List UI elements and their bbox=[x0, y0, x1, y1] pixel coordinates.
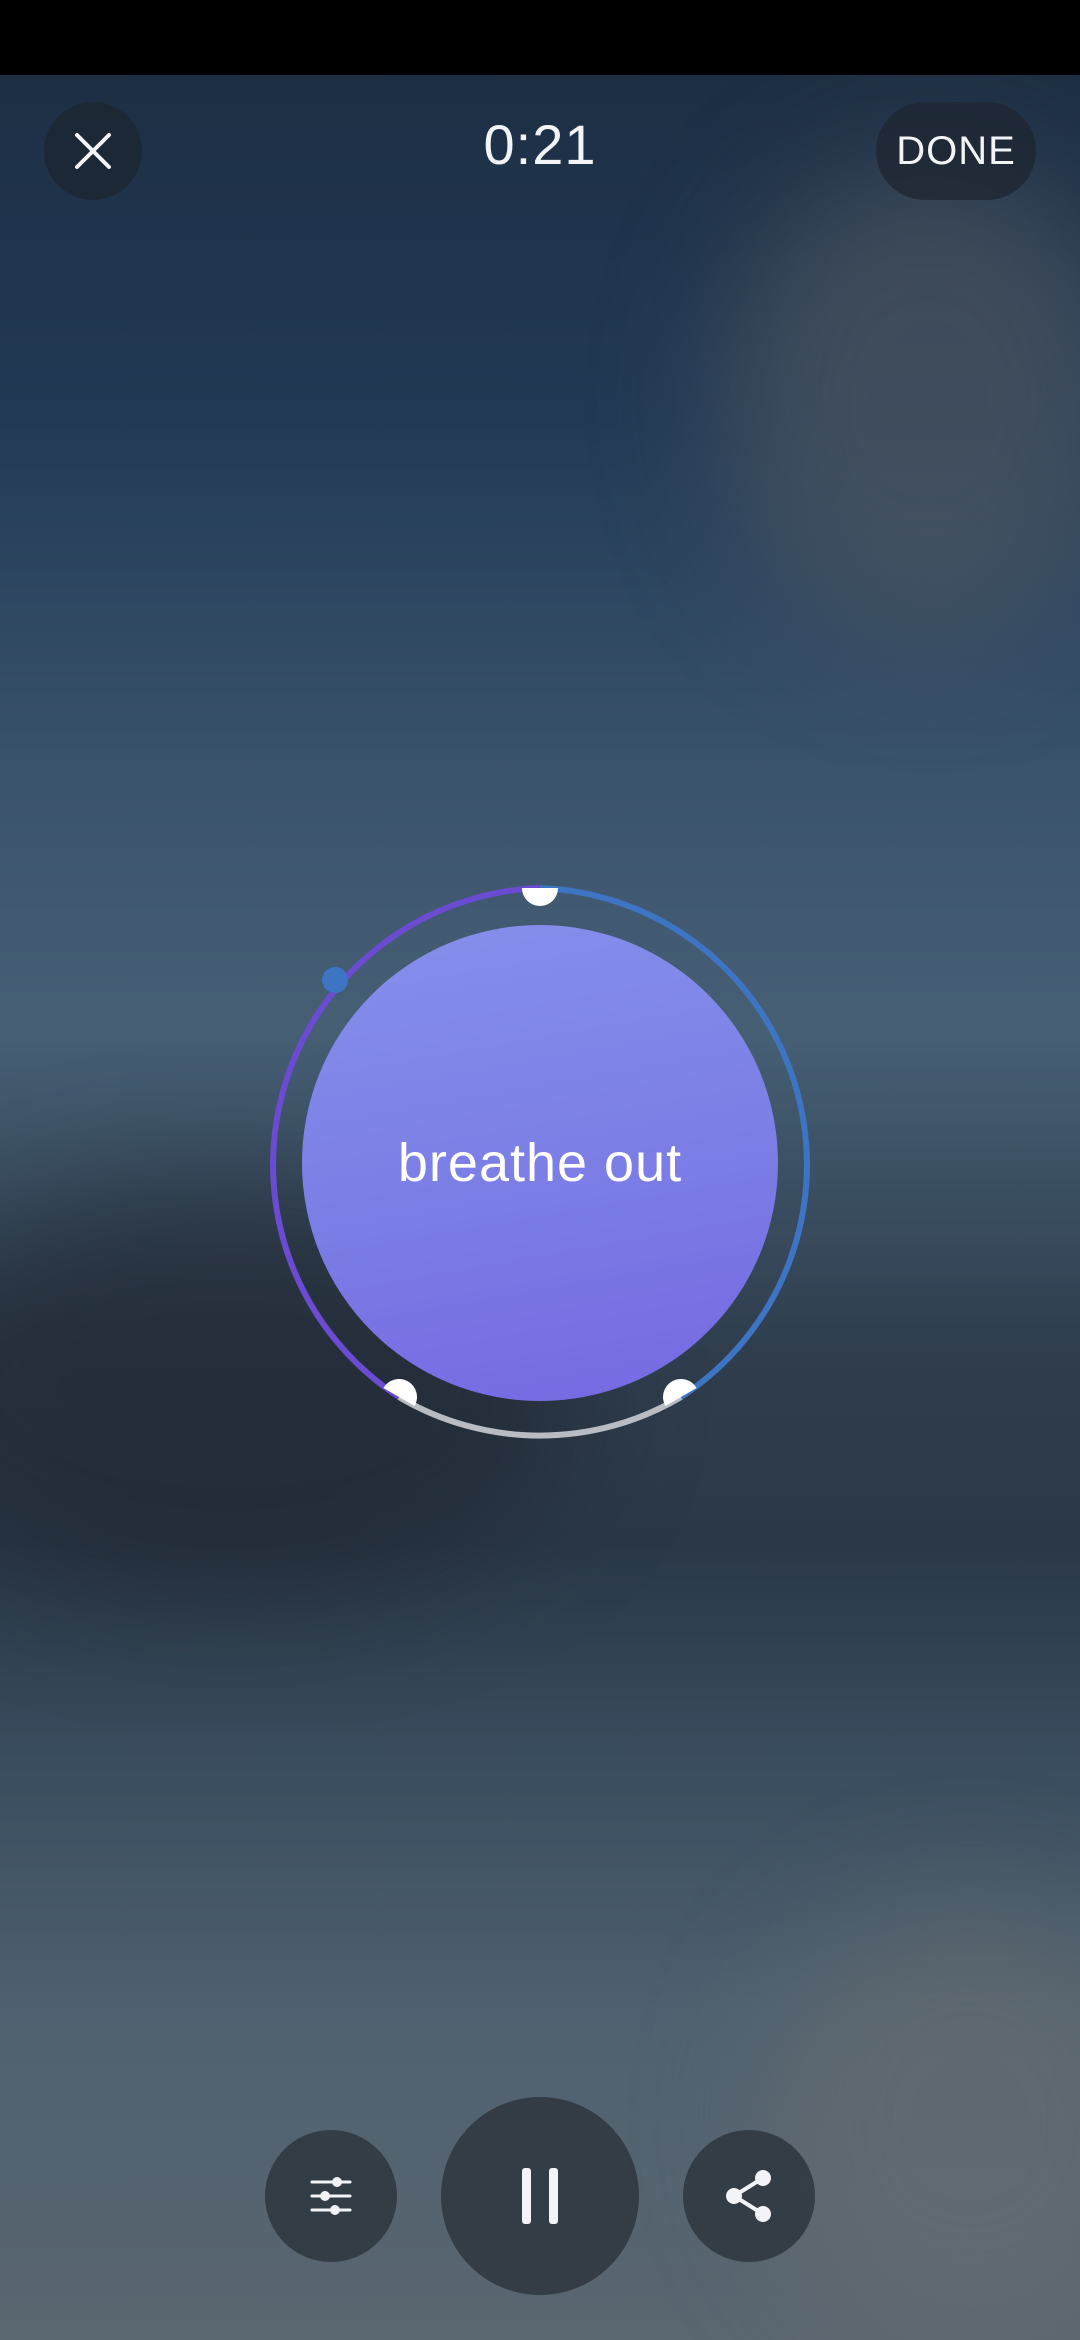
close-button[interactable] bbox=[44, 102, 142, 200]
pause-icon bbox=[522, 2168, 558, 2224]
status-bar bbox=[0, 0, 1080, 75]
done-button[interactable]: DONE bbox=[876, 102, 1036, 200]
share-icon bbox=[726, 2170, 771, 2222]
close-icon bbox=[75, 133, 111, 169]
hold-arc bbox=[397, 1394, 683, 1439]
settings-button[interactable] bbox=[265, 2130, 397, 2262]
session-timer: 0:21 bbox=[483, 113, 597, 176]
share-button[interactable] bbox=[683, 2130, 815, 2262]
pause-button[interactable] bbox=[441, 2097, 639, 2295]
breath-phase-text: breathe out bbox=[397, 1133, 683, 1193]
breath-circle: breathe out bbox=[302, 925, 778, 1401]
phase-marker-top bbox=[522, 888, 558, 906]
sliders-icon bbox=[310, 2177, 352, 2215]
background-blur bbox=[720, 160, 1080, 640]
breathing-screen: 0:21 DONE breathe out bbox=[0, 0, 1080, 2340]
background-blur bbox=[760, 1900, 1080, 2340]
progress-indicator bbox=[322, 967, 348, 993]
